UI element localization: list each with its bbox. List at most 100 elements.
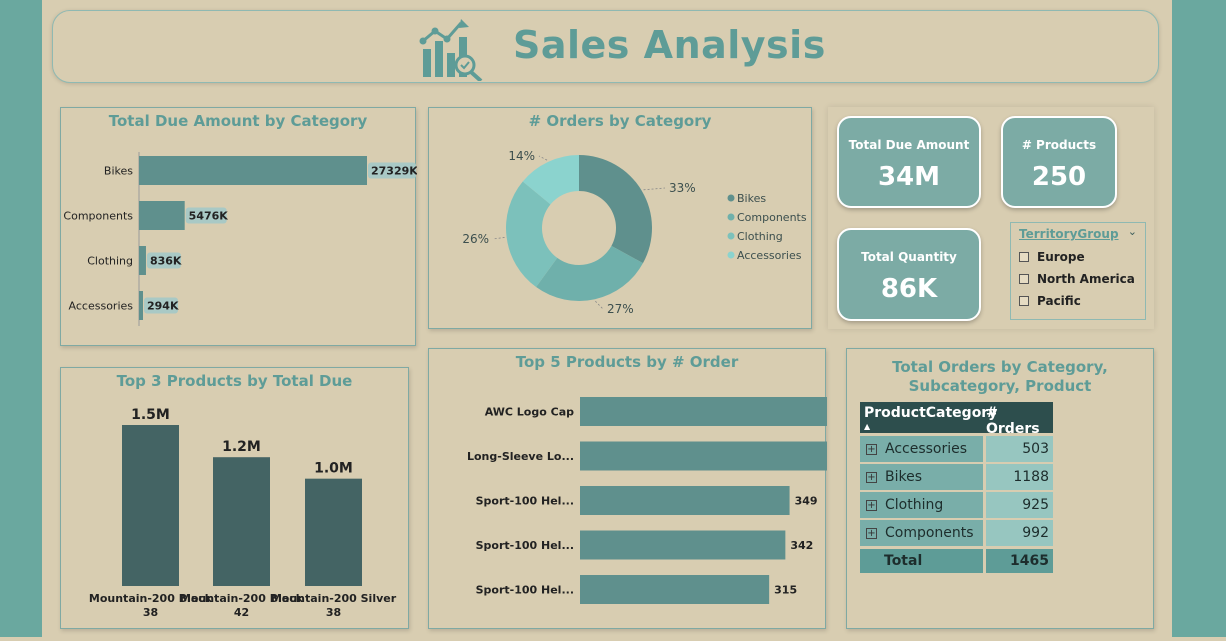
category-label: Sport-100 Hel... xyxy=(476,495,574,508)
dashboard-canvas: Sales Analysis Total Due Amount by Categ… xyxy=(42,0,1172,641)
leader-line xyxy=(595,300,604,310)
category-label: 42 xyxy=(234,606,249,619)
bar xyxy=(580,397,827,426)
leader-line xyxy=(643,187,666,191)
table-row[interactable]: + Components 992 xyxy=(860,520,1053,546)
checkbox-europe[interactable] xyxy=(1019,252,1029,262)
territory-group-slicer[interactable]: TerritoryGroup ⌄ Europe North America Pa… xyxy=(1010,222,1146,320)
data-label: 5476K xyxy=(189,210,229,223)
data-label: 27329K xyxy=(371,165,417,178)
category-label: Bikes xyxy=(104,165,133,178)
bar xyxy=(580,530,786,560)
category-label: Clothing xyxy=(87,255,133,268)
orders-by-category-panel[interactable]: # Orders by Category 33% 27% 26% 14% Bikes Co… xyxy=(428,107,812,329)
bottom-strip xyxy=(0,637,1226,641)
data-label: 342 xyxy=(790,539,813,552)
products-kpi-value: 250 xyxy=(1031,162,1087,192)
leader-line xyxy=(538,155,548,161)
bar xyxy=(580,575,770,604)
data-label: 315 xyxy=(774,584,797,597)
table-row[interactable]: + Clothing 925 xyxy=(860,492,1053,518)
slicer-option-north-america[interactable]: North America xyxy=(1019,272,1135,286)
data-label: 294K xyxy=(147,300,179,313)
data-label: 349 xyxy=(795,495,818,508)
matrix-cell-orders: 925 xyxy=(986,492,1053,518)
category-label: Accessories xyxy=(69,300,134,313)
category-label: 38 xyxy=(326,606,341,619)
header-banner: Sales Analysis xyxy=(52,10,1159,83)
matrix-cell-category: + Components xyxy=(860,520,983,546)
category-label: Sport-100 Hel... xyxy=(476,584,574,597)
expand-plus-icon[interactable]: + xyxy=(866,443,877,455)
checkbox-north-america[interactable] xyxy=(1019,274,1029,284)
category-label: AWC Logo Cap xyxy=(485,406,574,419)
top3-products-panel[interactable]: Top 3 Products by Total Due 1.5M Mountain… xyxy=(60,367,409,629)
legend-marker xyxy=(727,251,735,259)
leader-line xyxy=(492,237,505,240)
data-label: 1.5M xyxy=(131,407,170,423)
top5-products-panel[interactable]: Top 5 Products by # Order AWC Logo Cap42… xyxy=(428,348,827,629)
slice-label: 14% xyxy=(508,149,535,163)
slicer-option-europe[interactable]: Europe xyxy=(1019,250,1085,264)
page-title: Sales Analysis xyxy=(513,23,826,67)
slice-label: 27% xyxy=(607,302,634,316)
legend-label: Accessories xyxy=(737,249,802,262)
matrix-title-line2: Subcategory, Product xyxy=(908,377,1092,395)
matrix-total-value: 1465 xyxy=(986,549,1053,573)
category-label: 38 xyxy=(143,606,158,619)
bar xyxy=(139,246,146,275)
bar xyxy=(213,457,270,586)
total-due-kpi-card[interactable]: Total Due Amount 34M xyxy=(837,116,981,208)
table-row[interactable]: + Accessories 503 xyxy=(860,436,1053,462)
due-by-category-panel[interactable]: Total Due Amount by Category Bikes 27329K… xyxy=(60,107,417,346)
bar xyxy=(139,156,367,185)
expand-plus-icon[interactable]: + xyxy=(866,499,877,511)
bar xyxy=(139,201,185,230)
top5-products-chart: AWC Logo Cap428Long-Sleeve Lo...425Sport… xyxy=(467,397,827,604)
legend-label: Clothing xyxy=(737,230,783,243)
legend-label: Bikes xyxy=(737,192,766,205)
total-quantity-kpi-label: Total Quantity xyxy=(861,250,957,264)
matrix-title-line1: Total Orders by Category, xyxy=(892,358,1108,376)
matrix-cell-orders: 503 xyxy=(986,436,1053,462)
checkbox-pacific[interactable] xyxy=(1019,296,1029,306)
bar xyxy=(139,291,143,320)
bar xyxy=(305,478,362,586)
total-due-kpi-value: 34M xyxy=(877,162,941,192)
bar xyxy=(122,425,179,586)
legend-marker xyxy=(727,232,735,240)
orders-by-category-chart: 33% 27% 26% 14% Bikes Components Clothing Acces… xyxy=(462,149,807,316)
matrix-header-category[interactable]: ProductCategory ▲ xyxy=(860,402,997,433)
category-label: Mountain-200 Silver xyxy=(271,592,397,605)
data-label: 1.0M xyxy=(314,461,353,477)
expand-plus-icon[interactable]: + xyxy=(866,471,877,483)
slice-label: 33% xyxy=(669,181,696,195)
legend-marker xyxy=(727,194,735,202)
matrix-header-row: ProductCategory ▲ # Orders xyxy=(860,402,1053,437)
table-row[interactable]: + Bikes 1188 xyxy=(860,464,1053,490)
sort-up-icon: ▲ xyxy=(864,422,871,431)
matrix-total-label: Total xyxy=(860,549,983,573)
territory-slicer-title[interactable]: TerritoryGroup xyxy=(1019,227,1119,241)
matrix-total-row: Total 1465 xyxy=(860,549,1053,573)
total-quantity-kpi-card[interactable]: Total Quantity 86K xyxy=(837,228,981,321)
total-due-kpi-label: Total Due Amount xyxy=(848,138,970,152)
bar xyxy=(580,486,790,515)
pie-slice xyxy=(579,155,652,264)
matrix-cell-category: + Bikes xyxy=(860,464,983,490)
matrix-cell-orders: 1188 xyxy=(986,464,1053,490)
bar xyxy=(580,441,827,471)
chevron-down-icon[interactable]: ⌄ xyxy=(1128,225,1137,238)
legend-marker xyxy=(727,213,735,221)
products-kpi-card[interactable]: # Products 250 xyxy=(1001,116,1117,208)
slicer-option-pacific[interactable]: Pacific xyxy=(1019,294,1081,308)
data-label: 836K xyxy=(150,255,182,268)
expand-plus-icon[interactable]: + xyxy=(866,527,877,539)
category-label: Components xyxy=(63,210,133,223)
matrix-cell-orders: 992 xyxy=(986,520,1053,546)
category-label: Sport-100 Hel... xyxy=(476,539,574,552)
category-label: Long-Sleeve Lo... xyxy=(467,450,574,463)
sales-analysis-logo-icon xyxy=(419,19,483,81)
top3-products-chart: 1.5MMountain-200 Black381.2MMountain-200… xyxy=(89,407,397,619)
matrix-cell-category: + Accessories xyxy=(860,436,983,462)
